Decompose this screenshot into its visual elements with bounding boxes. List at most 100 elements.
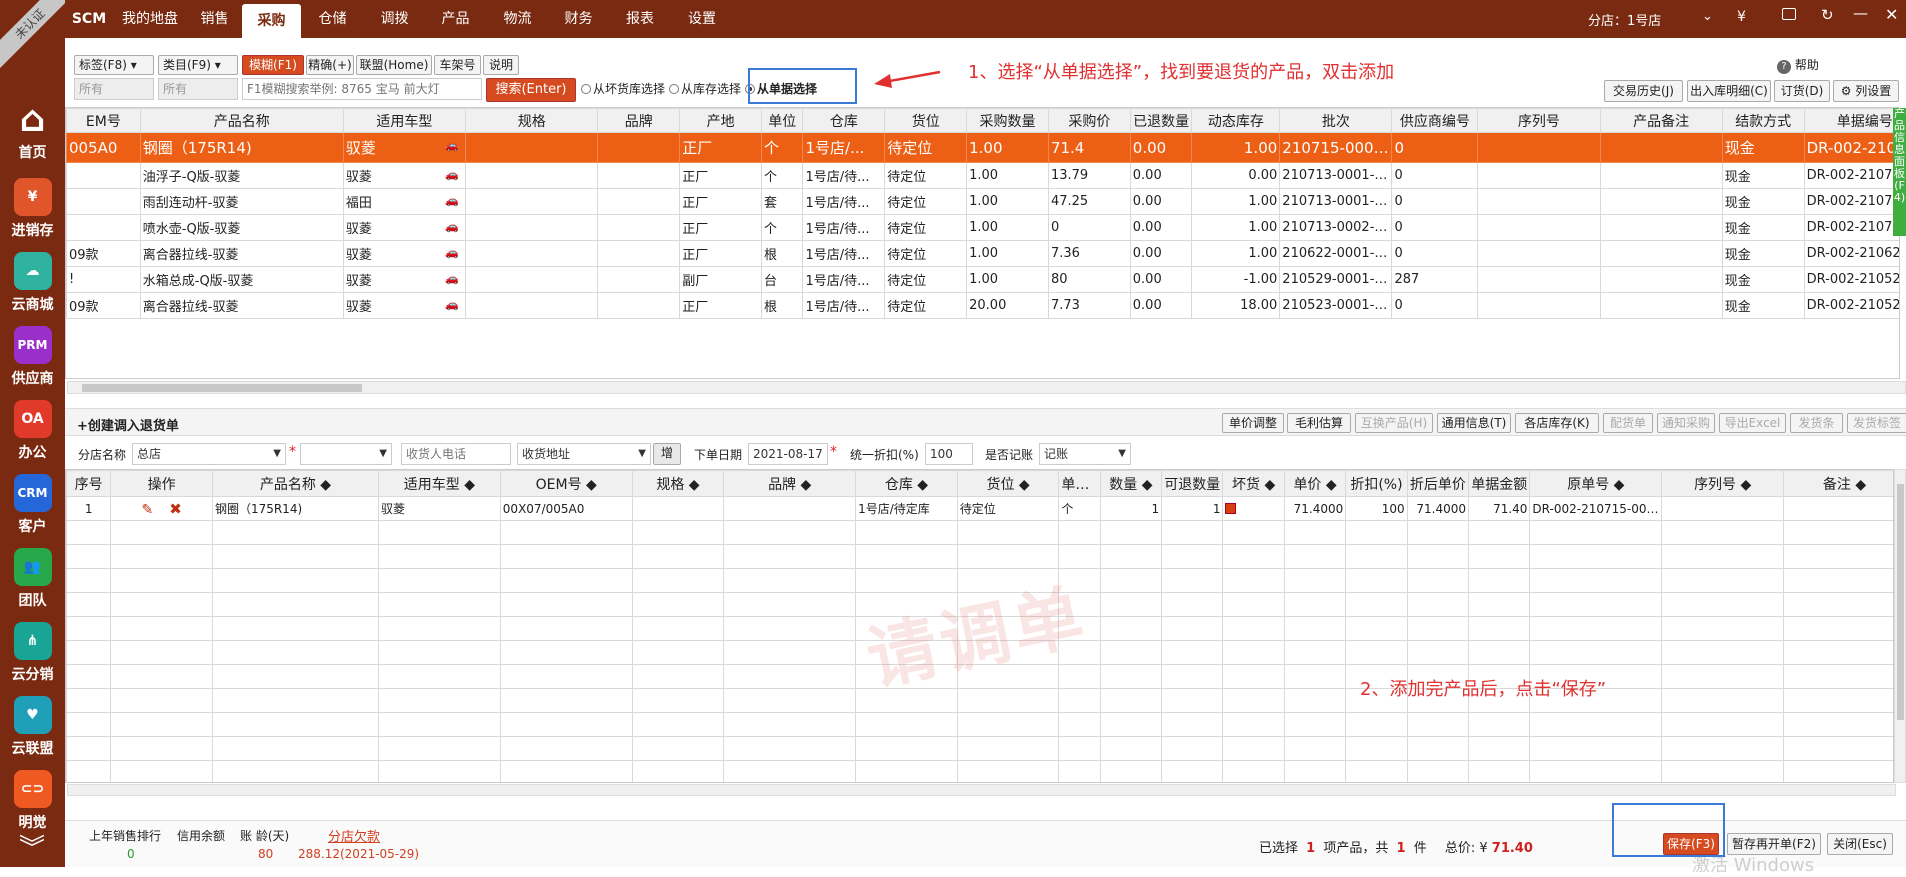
search-mode-2[interactable]: 联盟(Home)	[356, 55, 432, 75]
search-button[interactable]: 搜索(Enter)	[486, 78, 576, 102]
column-header[interactable]: 序列号 ◆	[1661, 470, 1785, 497]
tab-9[interactable]: 报表	[608, 0, 672, 38]
car-icon[interactable]: 🚗	[445, 220, 459, 233]
column-header[interactable]: 采购价	[1047, 108, 1131, 133]
car-icon[interactable]: 🚗	[445, 298, 459, 311]
car-icon[interactable]: 🚗	[445, 272, 459, 285]
account-select[interactable]: 记账 ▼	[1039, 443, 1131, 465]
radio-option-1[interactable]: 从库存选择	[669, 82, 741, 96]
column-header[interactable]: 已退数量	[1129, 108, 1193, 133]
chevron-down-icon[interactable]: ⌄	[1702, 9, 1713, 24]
order-action-button-3[interactable]: 通用信息(T)	[1437, 413, 1511, 433]
search-input[interactable]	[242, 78, 482, 100]
vertical-scrollbar[interactable]	[1894, 469, 1906, 783]
branch-secondary-select[interactable]: ▼	[300, 443, 392, 465]
bad-goods-checkbox[interactable]	[1225, 502, 1237, 514]
horizontal-scrollbar[interactable]	[67, 381, 1906, 394]
column-header[interactable]: 供应商编号	[1391, 108, 1479, 133]
column-header[interactable]: 动态库存	[1191, 108, 1281, 133]
order-action-button-6[interactable]: 通知采购	[1657, 413, 1715, 433]
column-header[interactable]: 结款方式	[1721, 108, 1805, 133]
car-icon[interactable]: 🚗	[445, 194, 459, 207]
column-header[interactable]: 适用车型	[342, 108, 467, 133]
sidebar-item-alliance[interactable]: ♥ 云联盟	[0, 696, 65, 768]
table-row[interactable]: 1 ✎ ✖ 钢圈（175R14) 驭菱 00X07/005A0 1号店/待定库 待定位个 1 1 7…	[66, 496, 1893, 521]
product-info-side-tab[interactable]: 产品信息面板(F4)	[1893, 108, 1906, 236]
sidebar-item-home[interactable]: ⌂ 首页	[0, 99, 65, 172]
tag-value-field[interactable]: 所有	[74, 78, 154, 100]
column-header[interactable]: 单据金额	[1468, 470, 1531, 497]
order-action-button-5[interactable]: 配货单	[1603, 413, 1653, 433]
column-header[interactable]: 仓库 ◆	[855, 470, 958, 497]
tab-7[interactable]: 物流	[486, 0, 549, 38]
horizontal-scrollbar[interactable]	[67, 784, 1896, 796]
car-icon[interactable]: 🚗	[445, 139, 459, 152]
column-header[interactable]: 备注 ◆	[1783, 470, 1893, 497]
search-mode-4[interactable]: 说明	[483, 55, 519, 75]
column-header[interactable]: 品牌	[597, 108, 681, 133]
minimize-icon[interactable]: —	[1853, 4, 1868, 22]
sidebar-item-share[interactable]: ⋔ 云分销	[0, 622, 65, 694]
toolbar-button-0[interactable]: 交易历史(J)	[1604, 80, 1683, 102]
order-date-input[interactable]: 2021-08-17	[748, 443, 828, 465]
column-header[interactable]: 货位 ◆	[956, 470, 1060, 497]
edit-icon[interactable]: ✎	[141, 502, 153, 518]
car-icon[interactable]: 🚗	[445, 246, 459, 259]
column-header[interactable]: 单位	[761, 108, 804, 133]
help-link[interactable]: ? 帮助	[1777, 56, 1819, 74]
order-action-button-0[interactable]: 单价调整	[1222, 413, 1284, 433]
table-row[interactable]: 雨刮连动杆-驭菱 福田 🚗 正厂 套 1号店/待... 待定位 1.00 47.25 0.00 1.…	[66, 188, 1899, 215]
sidebar-item-yen[interactable]: ¥ 进销存	[0, 178, 65, 250]
order-action-button-4[interactable]: 各店库存(K)	[1515, 413, 1599, 433]
address-select[interactable]: 收货地址 ▼	[517, 443, 651, 465]
column-header[interactable]: 产品名称	[139, 108, 344, 133]
scroll-thumb[interactable]	[82, 384, 362, 392]
branch-select[interactable]: 总店 ▼	[132, 443, 286, 465]
column-header[interactable]: 产品名称 ◆	[211, 470, 380, 497]
order-action-button-8[interactable]: 发货条	[1790, 413, 1843, 433]
sidebar-item-team[interactable]: 👥 团队	[0, 548, 65, 620]
column-header[interactable]: 批次	[1279, 108, 1393, 133]
toolbar-button-2[interactable]: 订货(D)	[1774, 80, 1830, 102]
table-row[interactable]: 09款 离合器拉线-驭菱 驭菱 🚗 正厂 根 1号店/待... 待定位 1.00 7.36 0.00…	[66, 240, 1899, 267]
column-header[interactable]: 数量 ◆	[1099, 470, 1163, 497]
order-action-button-7[interactable]: 导出Excel	[1719, 413, 1786, 433]
car-icon[interactable]: 🚗	[445, 168, 459, 181]
branch-debt-link[interactable]: 分店欠款	[328, 826, 380, 845]
close-button[interactable]: 关闭(Esc)	[1827, 833, 1893, 855]
discount-input[interactable]: 100	[925, 443, 973, 465]
tab-0[interactable]: SCM	[65, 0, 113, 38]
column-header[interactable]: 坏货 ◆	[1222, 470, 1285, 497]
sidebar-item-oa[interactable]: OA 办公	[0, 400, 65, 472]
tab-5[interactable]: 调拨	[364, 0, 425, 38]
tab-3[interactable]: 采购	[242, 4, 301, 38]
column-header[interactable]: 可退数量	[1161, 470, 1224, 497]
search-mode-0[interactable]: 模糊(F1)	[242, 55, 304, 75]
table-row[interactable]: ! 水箱总成-Q版-驭菱 驭菱 🚗 副厂 台 1号店/待... 待定位 1.00 80 0.00 -1…	[66, 266, 1899, 293]
column-header[interactable]: EM号	[66, 108, 141, 133]
tab-6[interactable]: 产品	[425, 0, 486, 38]
tag-dropdown[interactable]: 标签(F8) ▾	[74, 55, 154, 75]
tab-4[interactable]: 仓储	[301, 0, 364, 38]
table-row[interactable]: 油浮子-Q版-驭菱 驭菱 🚗 正厂 个 1号店/待... 待定位 1.00 13.79 0.00 0…	[66, 162, 1899, 189]
column-header[interactable]: 规格	[465, 108, 599, 133]
column-header[interactable]: 产地	[679, 108, 763, 133]
message-icon[interactable]	[1782, 8, 1796, 20]
sidebar-item-prm[interactable]: PRM 供应商	[0, 326, 65, 398]
category-dropdown[interactable]: 类目(F9) ▾	[158, 55, 238, 75]
search-mode-1[interactable]: 精确(+)	[306, 55, 354, 75]
refresh-icon[interactable]: ↻	[1821, 6, 1834, 24]
column-header[interactable]: 品牌 ◆	[723, 470, 857, 497]
column-header[interactable]: OEM号 ◆	[499, 470, 633, 497]
receiver-phone-input[interactable]	[401, 443, 511, 465]
column-header[interactable]: 采购数量	[966, 108, 1049, 133]
chevron-down-icon[interactable]: ︾	[14, 836, 50, 862]
sidebar-item-crm[interactable]: CRM 客户	[0, 474, 65, 546]
add-address-button[interactable]: 增	[653, 443, 681, 465]
column-header[interactable]: 适用车型 ◆	[378, 470, 501, 497]
column-header[interactable]: 操作	[110, 470, 213, 497]
scroll-thumb[interactable]	[1897, 484, 1904, 720]
tab-10[interactable]: 设置	[672, 0, 732, 38]
column-header[interactable]: 规格 ◆	[631, 470, 725, 497]
category-value-field[interactable]: 所有	[158, 78, 238, 100]
